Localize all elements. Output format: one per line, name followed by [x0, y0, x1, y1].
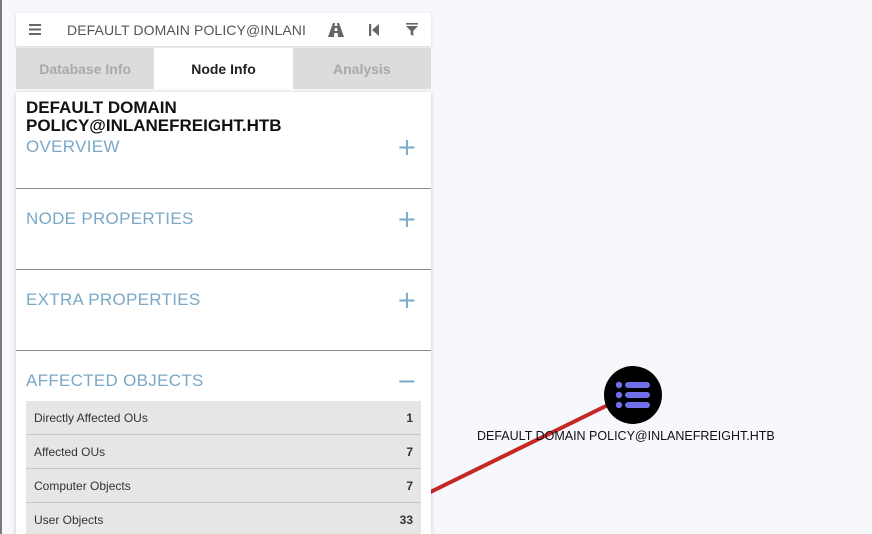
expand-icon[interactable]: + [397, 207, 417, 231]
section-node-properties: NODE PROPERTIES + [16, 199, 431, 270]
tab-analysis[interactable]: Analysis [292, 48, 431, 89]
tab-database-info[interactable]: Database Info [16, 48, 155, 89]
hamburger-icon [29, 24, 41, 35]
list-icon [615, 381, 650, 409]
row-count-link[interactable]: 7 [406, 479, 413, 493]
back-icon [369, 23, 379, 36]
section-affected-objects: AFFECTED OBJECTS − Directly Affected OUs… [16, 361, 431, 534]
menu-button[interactable] [16, 13, 54, 46]
table-row: Computer Objects 7 [26, 469, 421, 503]
row-count-link[interactable]: 1 [406, 411, 413, 425]
gpo-node-label: DEFAULT DOMAIN POLICY@INLANEFREIGHT.HTB [477, 429, 775, 443]
row-label: User Objects [34, 512, 104, 527]
affected-objects-header[interactable]: AFFECTED OBJECTS − [16, 361, 431, 401]
pathfinding-button[interactable] [317, 13, 355, 46]
back-button[interactable] [355, 13, 393, 46]
extra-properties-header[interactable]: EXTRA PROPERTIES + [16, 280, 431, 320]
table-row: Affected OUs 7 [26, 435, 421, 469]
road-icon [328, 22, 344, 37]
side-panel: DEFAULT DOMAIN POLICY@INLANI Database In… [16, 13, 431, 534]
search-input[interactable]: DEFAULT DOMAIN POLICY@INLANI [54, 22, 317, 38]
row-count-link[interactable]: 7 [406, 445, 413, 459]
window-edge [0, 0, 2, 534]
collapse-icon[interactable]: − [397, 369, 417, 393]
node-title: DEFAULT DOMAIN POLICY@INLANEFREIGHT.HTB [26, 98, 282, 135]
section-extra-properties: EXTRA PROPERTIES + [16, 280, 431, 351]
filter-button[interactable] [393, 13, 431, 46]
table-row: Directly Affected OUs 1 [26, 401, 421, 435]
table-row: User Objects 33 [26, 503, 421, 534]
node-properties-header[interactable]: NODE PROPERTIES + [16, 199, 431, 239]
affected-objects-table: Directly Affected OUs 1 Affected OUs 7 C… [26, 401, 421, 534]
overview-label: OVERVIEW [26, 137, 120, 156]
node-info-content: DEFAULT DOMAIN POLICY@INLANEFREIGHT.HTB … [16, 92, 431, 534]
affected-objects-label: AFFECTED OBJECTS [26, 371, 204, 390]
section-overview: OVERVIEW + [16, 135, 431, 189]
gpo-node[interactable] [604, 366, 662, 424]
expand-icon[interactable]: + [397, 135, 417, 159]
overview-header[interactable]: OVERVIEW + [16, 135, 431, 159]
filter-icon [406, 23, 418, 36]
row-label: Affected OUs [34, 444, 106, 459]
expand-icon[interactable]: + [397, 288, 417, 312]
extra-properties-label: EXTRA PROPERTIES [26, 290, 201, 309]
panel-tabs: Database Info Node Info Analysis [16, 48, 431, 89]
search-bar: DEFAULT DOMAIN POLICY@INLANI [16, 13, 431, 46]
row-label: Directly Affected OUs [34, 410, 148, 425]
graph-edge [407, 402, 611, 505]
row-label: Computer Objects [34, 478, 131, 493]
node-properties-label: NODE PROPERTIES [26, 209, 194, 228]
row-count-link[interactable]: 33 [400, 513, 413, 527]
tab-node-info[interactable]: Node Info [154, 48, 293, 89]
